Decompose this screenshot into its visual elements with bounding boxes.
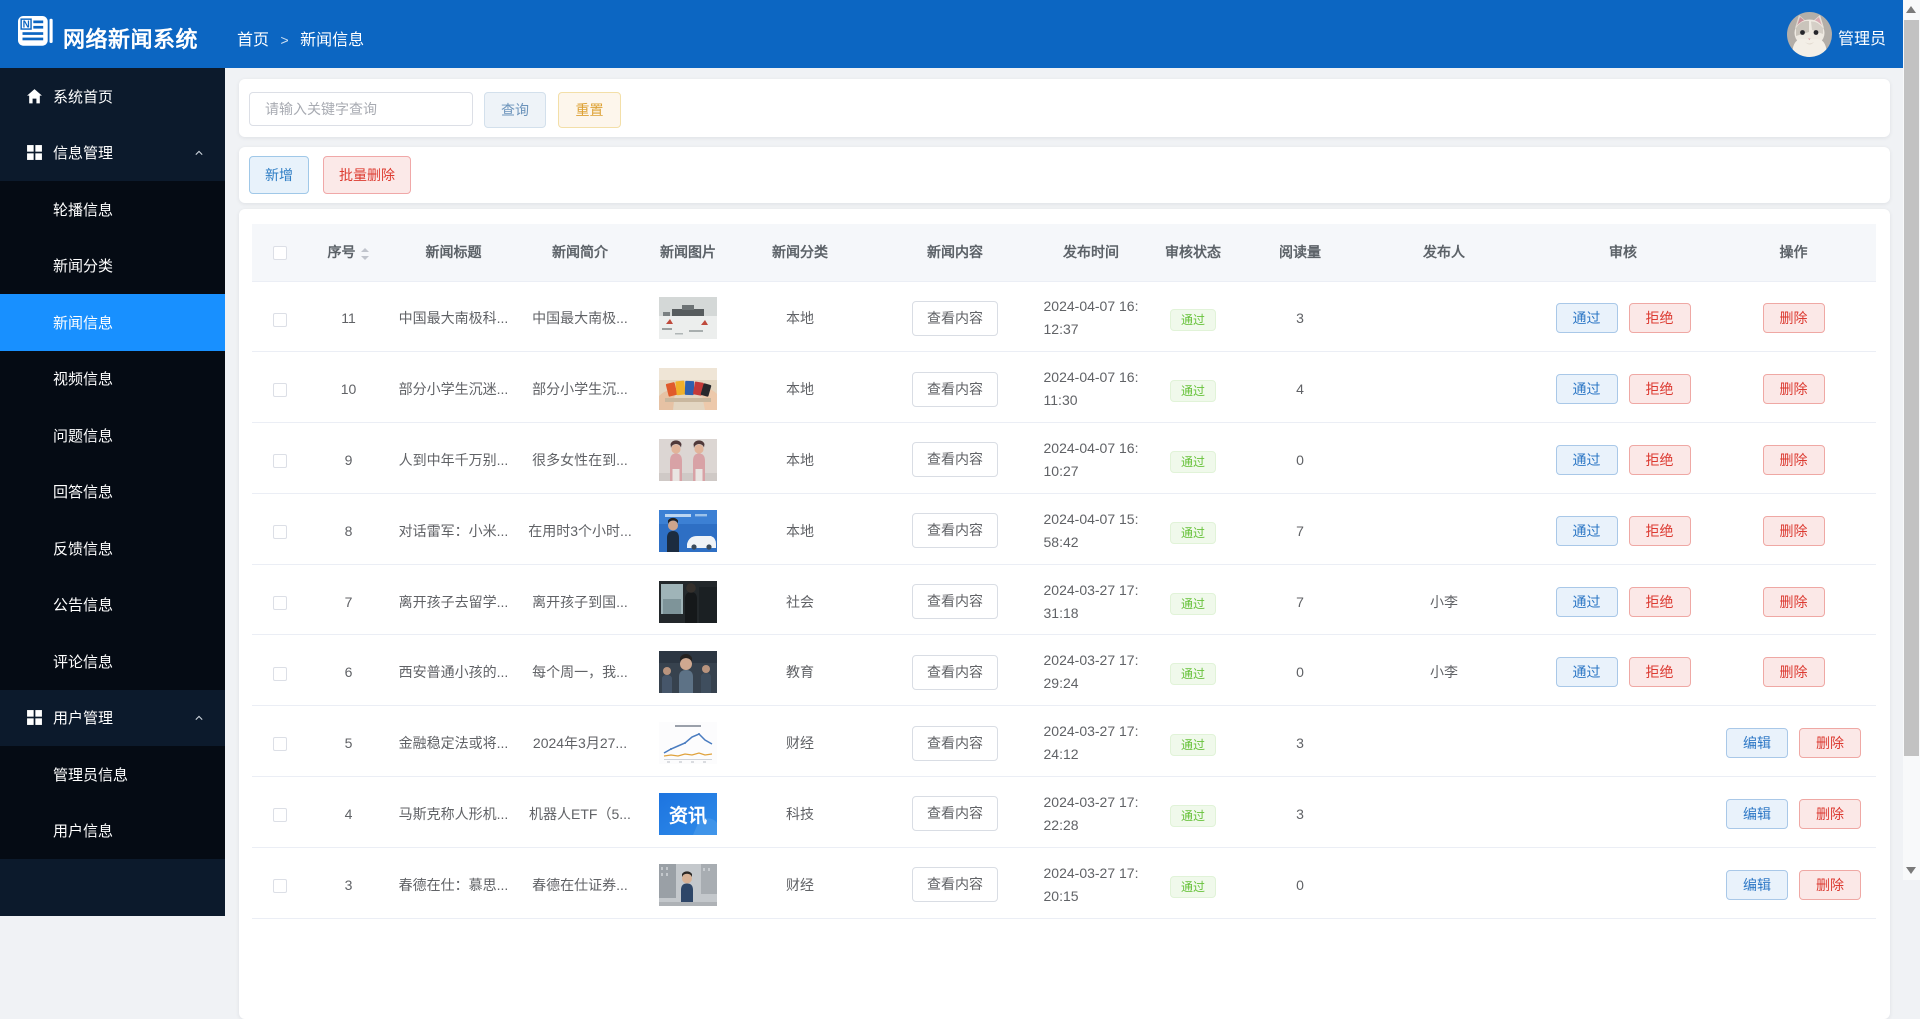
svg-text:资讯: 资讯 <box>669 804 707 827</box>
svg-text:N: N <box>23 19 30 30</box>
